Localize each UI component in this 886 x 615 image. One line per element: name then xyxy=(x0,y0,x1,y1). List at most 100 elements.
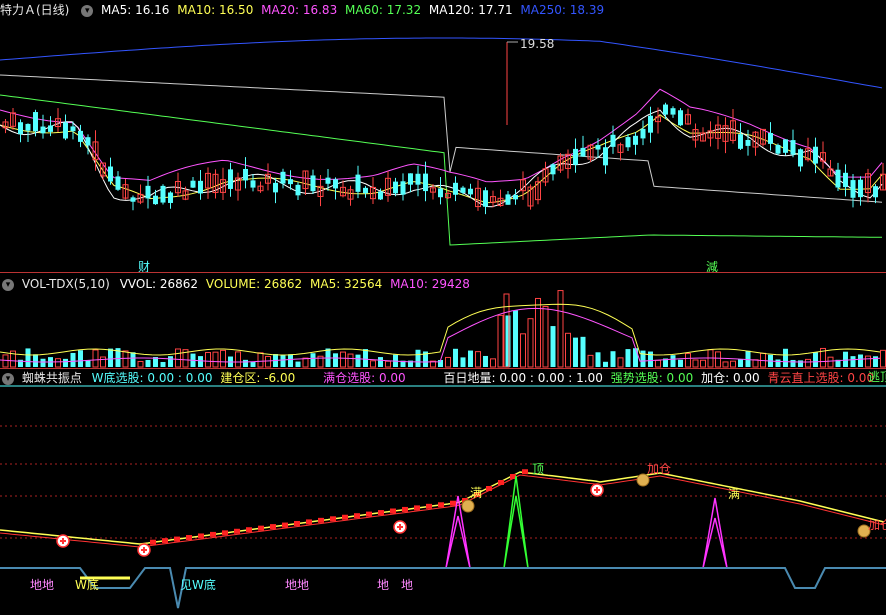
volume-bar xyxy=(813,352,818,367)
volume-bar xyxy=(557,290,564,368)
volume-bar xyxy=(790,359,796,367)
volume-bar xyxy=(265,355,271,368)
volume-bar xyxy=(302,357,309,368)
indicator-bar xyxy=(270,524,276,530)
indicator-bar xyxy=(378,510,384,516)
volume-bar xyxy=(85,360,91,367)
candle-body xyxy=(78,130,83,142)
volume-bar xyxy=(370,360,376,368)
candle-body xyxy=(678,110,683,126)
indicator-bar xyxy=(162,538,168,544)
volume-bar xyxy=(235,351,241,368)
volume-bar xyxy=(347,353,354,368)
candle-body xyxy=(250,180,256,188)
bottom-channel-line xyxy=(0,567,886,609)
indicator-line-2 xyxy=(0,474,885,548)
volume-bar xyxy=(460,357,466,367)
indicator-bar xyxy=(330,516,336,522)
candle-body xyxy=(295,184,301,196)
indicator-bar xyxy=(306,519,312,525)
volume-bar xyxy=(490,358,496,368)
volume-bar xyxy=(295,361,301,367)
volume-bar xyxy=(692,359,699,368)
indicator-bar xyxy=(390,508,396,514)
candle-body xyxy=(783,139,788,153)
indicator-bar xyxy=(150,539,156,545)
volume-bar xyxy=(175,348,181,368)
label-jiacang2: 加仓 xyxy=(868,518,886,532)
indicator-bar xyxy=(318,517,324,523)
candlestick-chart[interactable] xyxy=(0,0,886,272)
candle-body xyxy=(790,140,796,155)
volume-bar xyxy=(468,350,473,367)
volume-bar xyxy=(70,352,76,367)
indicator-bar xyxy=(438,502,444,508)
candle-body xyxy=(145,185,151,199)
candle-body xyxy=(198,180,203,194)
volume-bar xyxy=(880,349,886,368)
volume-bar xyxy=(497,314,504,368)
volume-bar xyxy=(453,348,458,367)
label-wdi1: W底 xyxy=(75,578,99,592)
candle-body xyxy=(610,134,616,147)
volume-bar xyxy=(130,352,136,367)
candle-body xyxy=(160,185,166,203)
volume-bar xyxy=(805,358,811,368)
candle-body xyxy=(18,122,23,135)
volume-bar xyxy=(310,353,316,367)
volume-bar xyxy=(678,359,683,367)
volume-bar xyxy=(145,359,151,367)
volume-bar xyxy=(670,355,676,367)
indicator-bar xyxy=(342,514,348,520)
volume-bar xyxy=(78,350,83,367)
candle-body xyxy=(850,180,856,198)
label-di1: 地地 xyxy=(30,578,55,592)
indicator-bar xyxy=(354,513,360,519)
label-man1: 满 xyxy=(470,486,483,500)
volume-bar xyxy=(483,355,488,367)
volume-pane[interactable]: ▾ VOL-TDX(5,10) VVOL: 26862 VOLUME: 2686… xyxy=(0,272,886,368)
indicator-chart[interactable] xyxy=(0,368,886,615)
volume-bar xyxy=(55,358,61,368)
indicator-pane[interactable]: ▾ 蜘蛛共振点 W底选股: 0.00 : 0.00 建仓区: -6.00 满仓选… xyxy=(0,368,886,615)
volume-bar xyxy=(603,361,608,367)
candle-body xyxy=(333,179,338,189)
money-bag-icon xyxy=(461,499,475,513)
vol-ma5-line xyxy=(0,303,881,356)
indicator-bar xyxy=(450,500,456,506)
volume-chart[interactable] xyxy=(0,272,886,368)
candle-body xyxy=(625,137,631,148)
candle-body xyxy=(768,132,773,144)
volume-bar xyxy=(280,354,286,367)
candle-body xyxy=(48,125,53,132)
candle-body xyxy=(595,145,601,150)
indicator-bar xyxy=(414,505,420,511)
volume-bar xyxy=(137,360,144,368)
candle-body xyxy=(243,168,248,181)
indicator-bar xyxy=(522,469,528,475)
candle-body xyxy=(745,139,751,146)
volume-bar xyxy=(685,353,691,368)
candle-body xyxy=(738,134,743,149)
indicator-bar xyxy=(246,527,252,533)
high-price-label: 19.58 xyxy=(520,37,555,51)
volume-bar xyxy=(580,336,586,367)
indicator-bar xyxy=(234,528,240,534)
volume-bar xyxy=(25,348,31,367)
candle-body xyxy=(130,197,136,202)
candle-body xyxy=(423,173,428,192)
price-pane[interactable]: 特力Ａ(日线) ▾ MA5: 16.16 MA10: 16.50 MA20: 1… xyxy=(0,0,886,274)
volume-bar xyxy=(542,305,549,368)
volume-bar xyxy=(865,355,871,368)
candle-body xyxy=(438,188,443,198)
candle-body xyxy=(483,190,488,207)
volume-bar xyxy=(160,361,166,367)
candle-body xyxy=(415,173,421,185)
candle-body xyxy=(813,146,818,164)
candle-body xyxy=(280,171,286,184)
volume-bar xyxy=(63,358,68,367)
candle-body xyxy=(228,169,233,189)
volume-bar xyxy=(655,359,661,368)
volume-bar xyxy=(730,360,736,368)
indicator-bar xyxy=(222,530,228,536)
